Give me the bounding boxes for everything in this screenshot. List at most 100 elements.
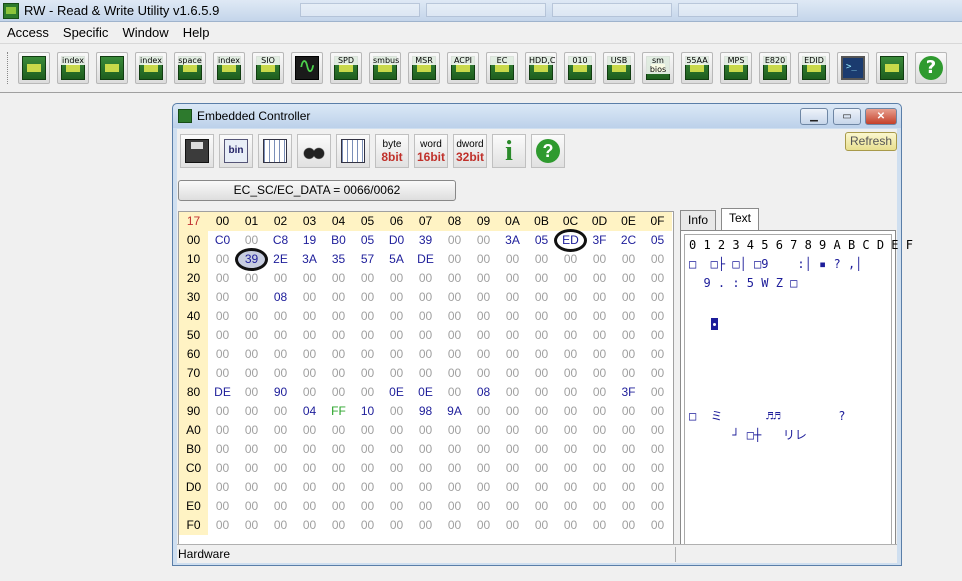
menu-access[interactable]: Access xyxy=(0,22,56,42)
hex-cell[interactable]: 00 xyxy=(411,421,440,440)
hex-cell[interactable]: 00 xyxy=(237,421,266,440)
hex-cell[interactable]: 00 xyxy=(556,250,585,269)
toolbar-button-usb[interactable]: USB xyxy=(603,52,635,84)
tab-info[interactable]: Info xyxy=(680,210,717,231)
hex-cell[interactable]: 00 xyxy=(208,307,237,326)
hex-cell[interactable]: 00 xyxy=(353,326,382,345)
toolbar-button-55aa[interactable]: 55AA xyxy=(681,52,713,84)
hex-cell[interactable]: 00 xyxy=(643,364,672,383)
hex-cell[interactable]: 35 xyxy=(324,250,353,269)
hex-cell[interactable]: 00 xyxy=(585,345,614,364)
hex-cell[interactable]: 00 xyxy=(295,383,324,402)
hex-cell[interactable]: 05 xyxy=(643,231,672,250)
hex-cell[interactable]: 00 xyxy=(469,478,498,497)
hex-cell[interactable]: 00 xyxy=(382,421,411,440)
hex-cell[interactable]: 00 xyxy=(353,459,382,478)
hex-cell[interactable]: 00 xyxy=(469,459,498,478)
hex-cell[interactable]: 00 xyxy=(440,421,469,440)
toolbar-button-sio[interactable]: SIO xyxy=(252,52,284,84)
toolbar-button-waveform[interactable] xyxy=(291,52,323,84)
hex-cell[interactable]: 00 xyxy=(469,288,498,307)
hex-cell[interactable]: 00 xyxy=(324,497,353,516)
toolbar-button-index-io[interactable]: index xyxy=(57,52,89,84)
hex-cell[interactable]: 00 xyxy=(556,497,585,516)
hex-cell[interactable]: 00 xyxy=(237,440,266,459)
hex-cell[interactable]: 00 xyxy=(411,516,440,535)
hex-cell[interactable]: 00 xyxy=(353,383,382,402)
hex-cell[interactable]: 00 xyxy=(266,516,295,535)
hex-cell[interactable]: 00 xyxy=(382,345,411,364)
hex-cell[interactable]: 00 xyxy=(469,516,498,535)
hex-cell[interactable]: 5A xyxy=(382,250,411,269)
hex-cell[interactable]: 00 xyxy=(353,421,382,440)
hex-cell[interactable]: 2E xyxy=(266,250,295,269)
hex-cell[interactable]: 00 xyxy=(266,497,295,516)
hex-cell[interactable]: 00 xyxy=(295,497,324,516)
hex-cell[interactable]: 00 xyxy=(353,516,382,535)
menu-specific[interactable]: Specific xyxy=(56,22,116,42)
minimize-button[interactable]: ▁ xyxy=(800,108,828,125)
hex-cell[interactable]: 3F xyxy=(585,231,614,250)
hex-cell[interactable]: 00 xyxy=(411,364,440,383)
hex-cell[interactable]: 00 xyxy=(295,345,324,364)
hex-cell[interactable]: 00 xyxy=(324,288,353,307)
hex-cell[interactable]: 00 xyxy=(353,497,382,516)
hex-cell[interactable]: 00 xyxy=(585,497,614,516)
hex-cell[interactable]: 00 xyxy=(208,364,237,383)
hex-cell[interactable]: 00 xyxy=(295,364,324,383)
hex-cell[interactable]: 00 xyxy=(440,288,469,307)
hex-cell[interactable]: 00 xyxy=(643,516,672,535)
hex-cell[interactable]: 00 xyxy=(498,307,527,326)
hex-cell[interactable]: 00 xyxy=(643,440,672,459)
hex-cell[interactable]: 00 xyxy=(556,516,585,535)
hex-cell[interactable]: DE xyxy=(411,250,440,269)
hex-cell[interactable]: 00 xyxy=(527,364,556,383)
hex-cell[interactable]: 00 xyxy=(643,288,672,307)
hex-cell[interactable]: 00 xyxy=(266,364,295,383)
hex-cell[interactable]: 39 xyxy=(235,248,268,271)
hex-cell[interactable]: 00 xyxy=(237,288,266,307)
hex-cell[interactable]: 00 xyxy=(324,440,353,459)
hex-cell[interactable]: 00 xyxy=(266,421,295,440)
save-button[interactable] xyxy=(180,134,214,168)
hex-cell[interactable]: 00 xyxy=(614,421,643,440)
hex-cell[interactable]: C0 xyxy=(208,231,237,250)
hex-cell[interactable]: 3A xyxy=(498,231,527,250)
hex-cell[interactable]: 00 xyxy=(440,383,469,402)
hex-cell[interactable]: 00 xyxy=(440,307,469,326)
hex-cell[interactable]: DE xyxy=(208,383,237,402)
hex-cell[interactable]: 2C xyxy=(614,231,643,250)
hex-cell[interactable]: C8 xyxy=(266,231,295,250)
hex-cell[interactable]: 00 xyxy=(295,478,324,497)
hex-cell[interactable]: 00 xyxy=(585,459,614,478)
hex-cell[interactable]: 00 xyxy=(324,459,353,478)
hex-cell[interactable]: 00 xyxy=(527,421,556,440)
hex-cell[interactable]: 3F xyxy=(614,383,643,402)
hex-cell[interactable]: 00 xyxy=(266,478,295,497)
hex-cell[interactable]: 00 xyxy=(208,421,237,440)
hex-cell[interactable]: 00 xyxy=(585,364,614,383)
hex-cell[interactable]: 00 xyxy=(527,497,556,516)
hex-cell[interactable]: 00 xyxy=(585,288,614,307)
hex-cell[interactable]: 00 xyxy=(527,250,556,269)
toolbar-button-acpi[interactable]: ACPI xyxy=(447,52,479,84)
hex-cell[interactable]: 00 xyxy=(440,250,469,269)
hex-cell[interactable]: 00 xyxy=(295,288,324,307)
hex-cell[interactable]: 00 xyxy=(208,269,237,288)
hex-cell[interactable]: 00 xyxy=(382,364,411,383)
help-button[interactable]: ? xyxy=(531,134,565,168)
hex-cell[interactable]: 00 xyxy=(469,269,498,288)
hex-cell[interactable]: 00 xyxy=(469,231,498,250)
hex-cell[interactable]: 00 xyxy=(353,269,382,288)
hex-cell[interactable]: 00 xyxy=(440,345,469,364)
hex-cell[interactable]: 00 xyxy=(324,364,353,383)
hex-cell[interactable]: 00 xyxy=(614,459,643,478)
hex-cell[interactable]: 00 xyxy=(353,364,382,383)
hex-cell[interactable]: 00 xyxy=(643,421,672,440)
hex-cell[interactable]: 00 xyxy=(556,364,585,383)
hex-cell[interactable]: 00 xyxy=(556,383,585,402)
hex-cell[interactable]: 00 xyxy=(614,326,643,345)
hex-cell[interactable]: 0E xyxy=(411,383,440,402)
toolbar-button-smbus[interactable]: smbus xyxy=(369,52,401,84)
hex-cell[interactable]: 00 xyxy=(295,459,324,478)
